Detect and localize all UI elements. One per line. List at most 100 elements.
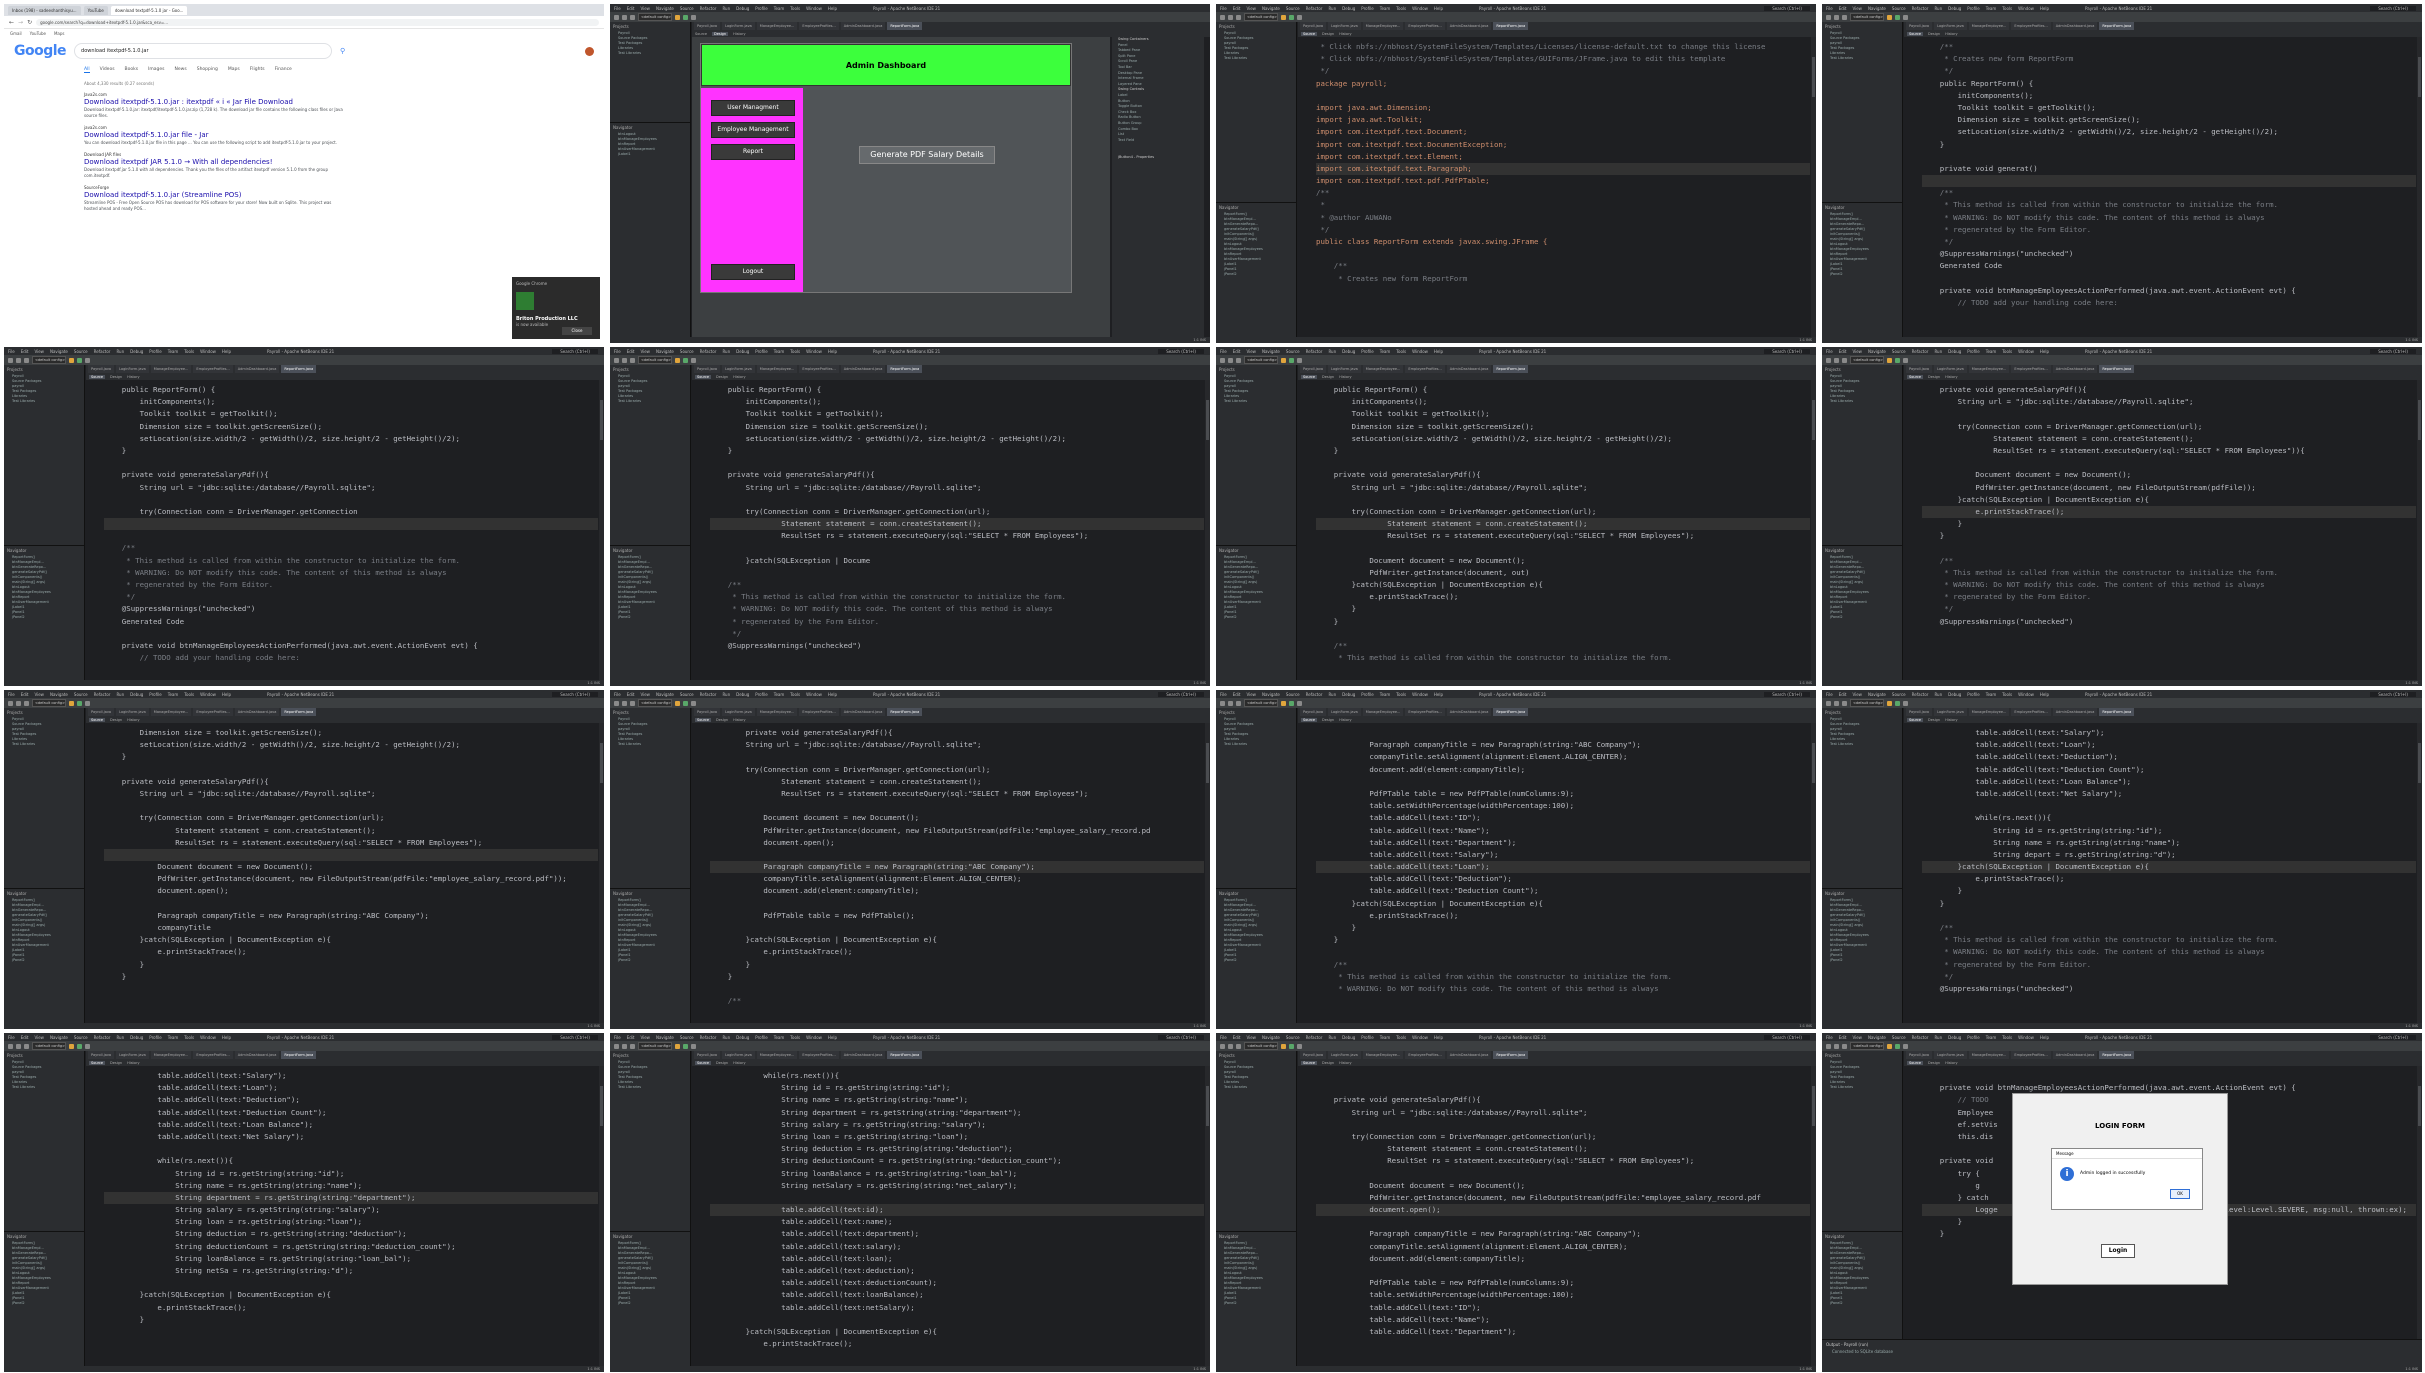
editor-tab[interactable]: EmployeeProfiles...: [193, 365, 233, 373]
editor-tab[interactable]: ReportForm.java: [887, 708, 923, 716]
menu-item[interactable]: Team: [1380, 1035, 1391, 1040]
run-icon[interactable]: [77, 357, 82, 363]
editor-tab[interactable]: Payroll.java: [88, 365, 115, 373]
navigator-header[interactable]: Navigator: [4, 546, 84, 555]
menu-item[interactable]: Help: [2040, 6, 2049, 11]
menu-item[interactable]: Profile: [1361, 6, 1373, 11]
new-file-icon[interactable]: [614, 700, 619, 706]
menu-item[interactable]: Source: [1892, 692, 1906, 697]
menu-item[interactable]: Source: [1286, 692, 1300, 697]
new-file-icon[interactable]: [614, 1043, 619, 1049]
menu-item[interactable]: Source: [1286, 6, 1300, 11]
menu-item[interactable]: View: [1246, 349, 1256, 354]
editor-tab[interactable]: LoginForm.java: [1328, 22, 1361, 30]
open-folder-icon[interactable]: [622, 357, 627, 363]
scrollbar-thumb[interactable]: [1812, 1086, 1815, 1126]
tab-manage-employee[interactable]: ManageEmployee...: [756, 22, 798, 30]
run-icon[interactable]: [77, 1043, 82, 1049]
search-box[interactable]: Search (Ctrl+I): [552, 1034, 598, 1040]
menu-item[interactable]: Refactor: [1306, 6, 1323, 11]
open-folder-icon[interactable]: [1228, 14, 1233, 20]
menu-item[interactable]: File: [1826, 692, 1833, 697]
menu-item[interactable]: Help: [222, 349, 231, 354]
run-icon[interactable]: [77, 700, 82, 706]
history-mode-tab[interactable]: History: [733, 1061, 745, 1065]
menu-item[interactable]: File: [1220, 1035, 1227, 1040]
filter-books[interactable]: Books: [125, 67, 139, 73]
menu-item[interactable]: Edit: [1839, 692, 1847, 697]
menu-help[interactable]: Help: [828, 6, 837, 11]
design-mode-tab[interactable]: Design: [716, 375, 728, 379]
menu-item[interactable]: File: [8, 349, 15, 354]
menu-item[interactable]: Source: [1892, 6, 1906, 11]
navigator-header[interactable]: Navigator: [1216, 889, 1296, 898]
history-mode-tab[interactable]: History: [1945, 32, 1957, 36]
build-icon[interactable]: [1887, 700, 1892, 706]
menu-item[interactable]: Source: [1892, 1035, 1906, 1040]
search-box[interactable]: Search (Ctrl+I): [1764, 691, 1810, 697]
history-mode-tab[interactable]: History: [1945, 1061, 1957, 1065]
forward-icon[interactable]: →: [18, 19, 23, 26]
save-icon[interactable]: [24, 1043, 29, 1049]
save-icon[interactable]: [1842, 1043, 1847, 1049]
editor-scrollbar[interactable]: [599, 723, 604, 1023]
navigator-header[interactable]: Navigator: [610, 546, 690, 555]
new-file-icon[interactable]: [8, 357, 13, 363]
projects-header[interactable]: Projects: [1822, 1051, 1902, 1060]
menu-item[interactable]: Refactor: [700, 349, 717, 354]
design-mode-tab[interactable]: Design: [1322, 1061, 1334, 1065]
editor-tab[interactable]: ReportForm.java: [2099, 708, 2135, 716]
editor-scrollbar[interactable]: [1811, 1066, 1816, 1366]
menu-item[interactable]: Refactor: [1306, 692, 1323, 697]
code-editor[interactable]: Paragraph companyTitle = new Paragraph(s…: [1316, 723, 1810, 1023]
menu-item[interactable]: Tools: [184, 1035, 194, 1040]
avatar[interactable]: [585, 46, 594, 56]
menu-item[interactable]: Debug: [130, 1035, 143, 1040]
editor-tab[interactable]: EmployeeProfiles...: [2011, 1051, 2051, 1059]
editor-tab[interactable]: LoginForm.java: [116, 365, 149, 373]
tree-item[interactable]: Test Libraries: [1822, 742, 1902, 747]
tab-employee-profiles[interactable]: EmployeeProfiles...: [799, 22, 839, 30]
menu-item[interactable]: Profile: [1967, 6, 1979, 11]
menu-team[interactable]: Team: [774, 6, 785, 11]
menu-item[interactable]: Tools: [1396, 6, 1406, 11]
menu-item[interactable]: Debug: [736, 349, 749, 354]
config-select[interactable]: <default config>: [32, 356, 66, 364]
navigator-header[interactable]: Navigator: [1822, 546, 1902, 555]
source-mode-tab[interactable]: Source: [89, 717, 106, 722]
menu-item[interactable]: Window: [806, 692, 822, 697]
navigator-header[interactable]: Navigator: [610, 889, 690, 898]
menu-item[interactable]: Refactor: [700, 692, 717, 697]
menu-item[interactable]: Window: [2018, 692, 2034, 697]
design-mode-tab[interactable]: Design: [1322, 718, 1334, 722]
menu-item[interactable]: Profile: [755, 349, 767, 354]
open-folder-icon[interactable]: [622, 700, 627, 706]
tree-item[interactable]: Test Libraries: [1216, 742, 1296, 747]
editor-tab[interactable]: ManageEmployee...: [756, 365, 798, 373]
code-editor[interactable]: private void generateSalaryPdf(){ String…: [710, 723, 1204, 1023]
menu-item[interactable]: Team: [1986, 6, 1997, 11]
editor-tab[interactable]: AdminDashboard.java: [234, 708, 280, 716]
design-mode-tab[interactable]: Design: [716, 1061, 728, 1065]
build-icon[interactable]: [675, 1043, 680, 1049]
tree-item[interactable]: Test Libraries: [4, 399, 84, 404]
menu-item[interactable]: Edit: [21, 692, 29, 697]
menu-edit[interactable]: Edit: [627, 6, 635, 11]
search-box[interactable]: Search (Ctrl+I): [2370, 1034, 2416, 1040]
build-icon[interactable]: [69, 1043, 74, 1049]
search-icon[interactable]: ⚲: [340, 47, 345, 55]
design-mode-tab[interactable]: Design: [110, 375, 122, 379]
menu-item[interactable]: Team: [774, 692, 785, 697]
code-editor[interactable]: private void generateSalaryPdf(){ String…: [1922, 380, 2416, 680]
editor-tab[interactable]: ManageEmployee...: [1968, 22, 2010, 30]
config-select[interactable]: <default config>: [1850, 699, 1884, 707]
menu-item[interactable]: Source: [1286, 349, 1300, 354]
build-icon[interactable]: [675, 357, 680, 363]
config-select[interactable]: <default config>: [638, 699, 672, 707]
run-icon[interactable]: [1895, 357, 1900, 363]
navigator-header[interactable]: Navigator: [610, 123, 690, 132]
projects-header[interactable]: Projects: [4, 1051, 84, 1060]
menu-item[interactable]: Profile: [1967, 349, 1979, 354]
open-folder-icon[interactable]: [1228, 700, 1233, 706]
menu-item[interactable]: Source: [680, 692, 694, 697]
